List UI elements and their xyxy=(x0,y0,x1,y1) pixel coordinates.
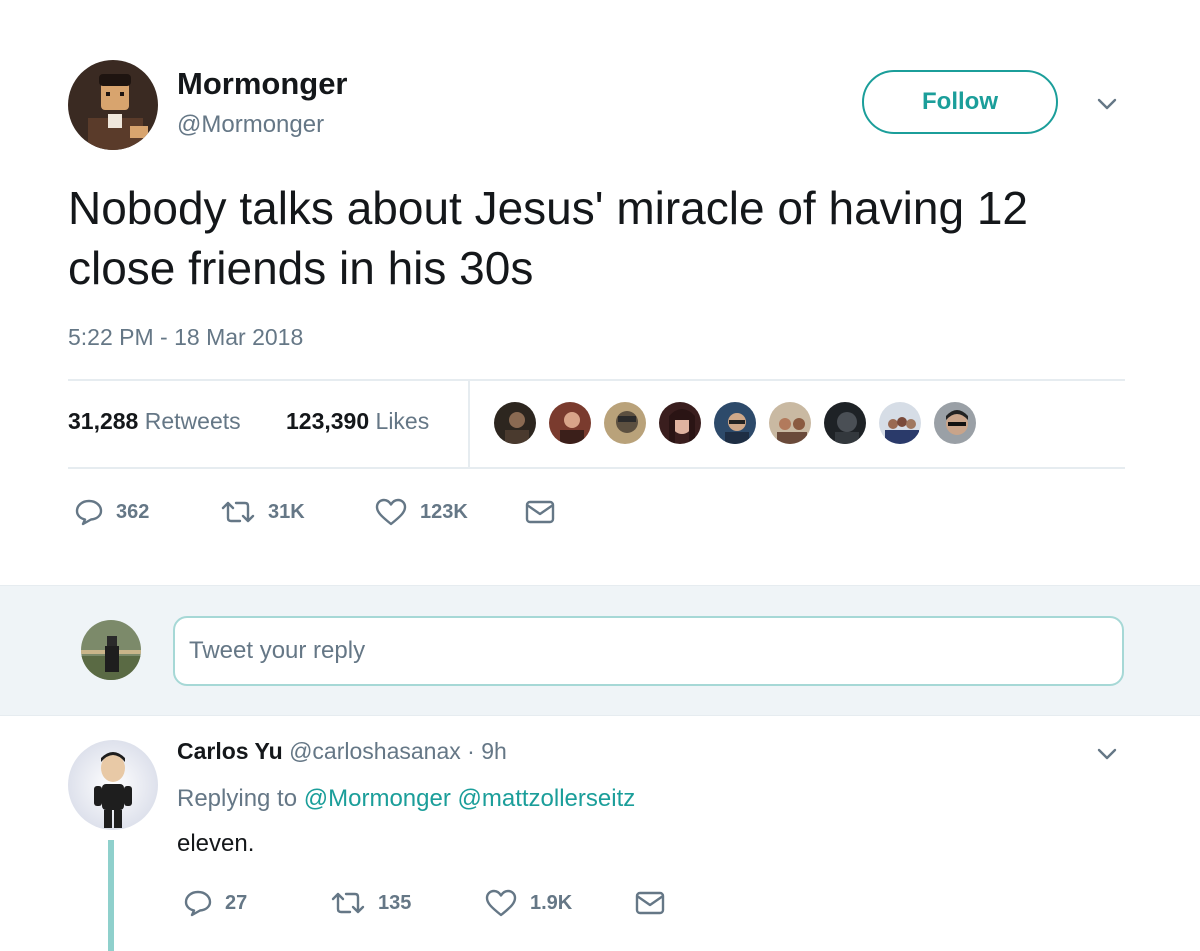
author-handle[interactable]: @Mormonger xyxy=(177,111,324,139)
like-count: 123K xyxy=(420,500,468,523)
tweet-timestamp[interactable]: 5:22 PM - 18 Mar 2018 xyxy=(68,324,303,351)
chevron-down-icon[interactable] xyxy=(1094,742,1120,766)
thread-line xyxy=(108,840,114,951)
reply-action[interactable]: 362 xyxy=(74,497,149,527)
retweet-count: 31K xyxy=(268,500,305,523)
retweet-action[interactable]: 31K xyxy=(220,497,305,527)
message-icon xyxy=(635,891,665,915)
likes-stat[interactable]: 123,390 Likes xyxy=(286,408,429,435)
liker-avatar[interactable] xyxy=(547,400,593,446)
author-name[interactable]: Mormonger xyxy=(177,66,348,102)
author-avatar[interactable] xyxy=(68,60,158,150)
chevron-down-icon[interactable] xyxy=(1094,92,1120,116)
reply-separator: · xyxy=(467,738,475,764)
reply-input[interactable] xyxy=(173,616,1124,686)
liker-avatar[interactable] xyxy=(602,400,648,446)
message-action[interactable] xyxy=(634,888,666,918)
retweet-icon xyxy=(331,892,365,914)
retweet-count: 135 xyxy=(378,891,412,914)
mention-link[interactable]: @Mormonger xyxy=(304,785,451,812)
liker-avatar[interactable] xyxy=(712,400,758,446)
message-action[interactable] xyxy=(524,497,556,527)
replying-to: Replying to @Mormonger @mattzollerseitz xyxy=(177,785,635,813)
reply-author-name[interactable]: Carlos Yu xyxy=(177,738,283,764)
like-action[interactable]: 123K xyxy=(374,497,468,527)
divider xyxy=(68,467,1125,469)
like-icon xyxy=(375,498,407,526)
liker-avatar[interactable] xyxy=(822,400,868,446)
reply-header: Carlos Yu @carloshasanax · 9h xyxy=(177,738,507,765)
current-user-avatar xyxy=(81,620,141,680)
reply-author-avatar[interactable] xyxy=(68,740,158,830)
liker-avatar[interactable] xyxy=(932,400,978,446)
liker-avatar[interactable] xyxy=(877,400,923,446)
message-icon xyxy=(525,500,555,524)
liker-avatar[interactable] xyxy=(492,400,538,446)
like-action[interactable]: 1.9K xyxy=(484,888,572,918)
reply-count: 362 xyxy=(116,500,150,523)
like-count: 1.9K xyxy=(530,891,573,914)
mention-link[interactable]: @mattzollerseitz xyxy=(458,785,636,812)
reply-text: eleven. xyxy=(177,830,255,857)
divider xyxy=(68,379,1125,381)
follow-button[interactable]: Follow xyxy=(862,70,1058,134)
replying-to-label: Replying to xyxy=(177,785,298,812)
like-icon xyxy=(485,889,517,917)
reply-count: 27 xyxy=(225,891,248,914)
reply-action[interactable]: 27 xyxy=(183,888,247,918)
retweets-count: 31,288 xyxy=(68,408,139,434)
retweets-label: Retweets xyxy=(144,408,241,434)
reply-time[interactable]: 9h xyxy=(481,738,507,764)
retweet-action[interactable]: 135 xyxy=(330,888,411,918)
reply-icon xyxy=(75,499,103,526)
liker-avatar[interactable] xyxy=(657,400,703,446)
likes-label: Likes xyxy=(375,408,430,434)
reply-icon xyxy=(184,890,212,917)
divider-vertical xyxy=(468,381,470,467)
retweet-icon xyxy=(221,501,255,523)
retweets-stat[interactable]: 31,288 Retweets xyxy=(68,408,241,435)
liker-avatar[interactable] xyxy=(767,400,813,446)
tweet-text: Nobody talks about Jesus' miracle of hav… xyxy=(68,182,1028,294)
reply-author-handle[interactable]: @carloshasanax xyxy=(289,738,461,764)
likes-count: 123,390 xyxy=(286,408,370,434)
